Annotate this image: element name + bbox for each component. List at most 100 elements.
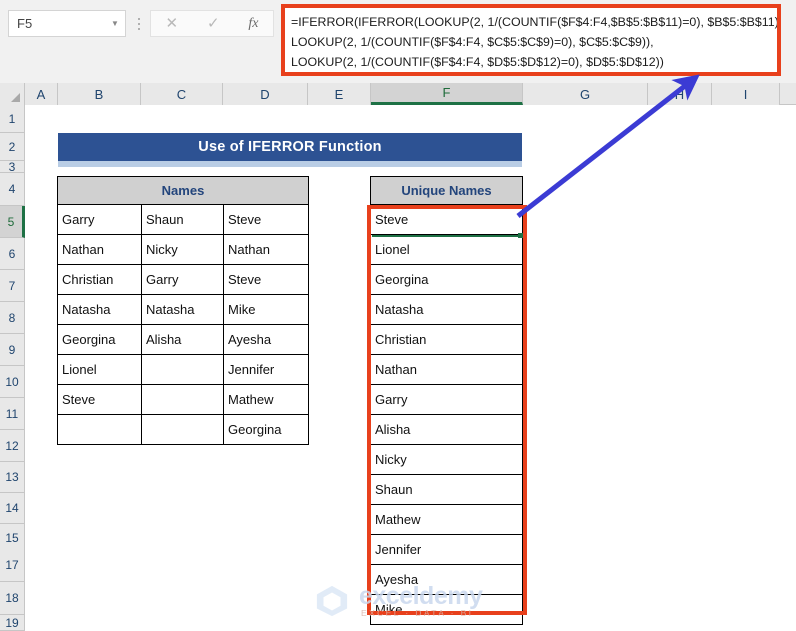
names-cell[interactable]: Garry bbox=[57, 204, 142, 235]
table-row: Garry Shaun Steve bbox=[57, 204, 309, 235]
unique-name-cell[interactable]: Nathan bbox=[370, 354, 523, 385]
table-row: Natasha Natasha Mike bbox=[57, 294, 309, 325]
column-header-f[interactable]: F bbox=[371, 83, 523, 105]
table-row: Garry bbox=[370, 384, 523, 415]
row-header-9[interactable]: 9 bbox=[0, 334, 25, 366]
names-cell[interactable] bbox=[141, 384, 224, 415]
row-header-14[interactable]: 14 bbox=[0, 493, 25, 524]
unique-name-cell[interactable]: Lionel bbox=[370, 234, 523, 265]
row-header-2[interactable]: 2 bbox=[0, 133, 25, 161]
confirm-check-icon[interactable]: ✓ bbox=[207, 16, 220, 31]
row-header-8[interactable]: 8 bbox=[0, 302, 25, 334]
unique-name-cell[interactable]: Georgina bbox=[370, 264, 523, 295]
names-cell[interactable]: Steve bbox=[57, 384, 142, 415]
name-box-separator-dots-icon bbox=[134, 14, 144, 34]
column-header-a[interactable]: A bbox=[25, 83, 58, 105]
names-cell[interactable]: Natasha bbox=[141, 294, 224, 325]
unique-name-cell[interactable]: Shaun bbox=[370, 474, 523, 505]
row-header-13[interactable]: 13 bbox=[0, 462, 25, 493]
row-header-18[interactable]: 18 bbox=[0, 582, 25, 615]
unique-name-cell[interactable]: Nicky bbox=[370, 444, 523, 475]
fx-insert-function-icon[interactable]: fx bbox=[248, 16, 258, 31]
table-row: Steve bbox=[370, 204, 523, 235]
name-box[interactable]: F5 ▼ bbox=[8, 10, 126, 37]
column-header-row: A B C D E F G H I bbox=[0, 83, 796, 105]
unique-name-cell[interactable]: Christian bbox=[370, 324, 523, 355]
formula-line-3: LOOKUP(2, 1/(COUNTIF($F$4:F4, $D$5:$D$12… bbox=[291, 55, 664, 69]
select-all-corner-icon[interactable] bbox=[0, 83, 25, 105]
names-cell[interactable]: Lionel bbox=[57, 354, 142, 385]
column-header-i[interactable]: I bbox=[712, 83, 780, 105]
table-row: Natasha bbox=[370, 294, 523, 325]
table-row: Georgina Alisha Ayesha bbox=[57, 324, 309, 355]
excel-screenshot: F5 ▼ ✕ ✓ fx =IFERROR(IFERROR(LOOKUP(2, 1… bbox=[0, 0, 796, 631]
names-cell[interactable]: Christian bbox=[57, 264, 142, 295]
chevron-down-icon[interactable]: ▼ bbox=[105, 19, 125, 28]
row-header-4[interactable]: 4 bbox=[0, 173, 25, 206]
column-header-b[interactable]: B bbox=[58, 83, 141, 105]
names-cell[interactable]: Nathan bbox=[57, 234, 142, 265]
column-header-c[interactable]: C bbox=[141, 83, 223, 105]
table-row: Nicky bbox=[370, 444, 523, 475]
row-header-12[interactable]: 12 bbox=[0, 430, 25, 462]
row-header-6[interactable]: 6 bbox=[0, 238, 25, 270]
names-cell[interactable]: Steve bbox=[223, 264, 309, 295]
names-table-header: Names bbox=[57, 176, 309, 205]
names-cell[interactable]: Nicky bbox=[141, 234, 224, 265]
column-header-e[interactable]: E bbox=[308, 83, 371, 105]
unique-name-cell[interactable]: Alisha bbox=[370, 414, 523, 445]
table-row: Shaun bbox=[370, 474, 523, 505]
table-row: Mathew bbox=[370, 504, 523, 535]
unique-names-table-header: Unique Names bbox=[370, 176, 523, 205]
formula-input-box[interactable]: =IFERROR(IFERROR(LOOKUP(2, 1/(COUNTIF($F… bbox=[281, 4, 781, 76]
row-header-1[interactable]: 1 bbox=[0, 105, 25, 133]
names-cell[interactable]: Natasha bbox=[57, 294, 142, 325]
cancel-x-icon[interactable]: ✕ bbox=[165, 16, 178, 31]
table-row: Nathan bbox=[370, 354, 523, 385]
names-cell[interactable]: Garry bbox=[141, 264, 224, 295]
name-box-value: F5 bbox=[17, 16, 33, 31]
active-cell-edge bbox=[372, 235, 520, 237]
unique-name-cell[interactable]: Steve bbox=[370, 204, 523, 235]
row-header-10[interactable]: 10 bbox=[0, 366, 25, 398]
names-cell[interactable]: Mathew bbox=[223, 384, 309, 415]
unique-name-cell[interactable]: Natasha bbox=[370, 294, 523, 325]
names-table: Names Garry Shaun Steve Nathan Nicky Nathan Ch… bbox=[57, 176, 309, 445]
table-row: Christian bbox=[370, 324, 523, 355]
names-cell[interactable] bbox=[57, 414, 142, 445]
names-cell[interactable]: Shaun bbox=[141, 204, 224, 235]
row-header-17[interactable]: 17 bbox=[0, 549, 25, 582]
unique-name-cell[interactable]: Mathew bbox=[370, 504, 523, 535]
unique-name-cell[interactable]: Garry bbox=[370, 384, 523, 415]
names-cell[interactable]: Ayesha bbox=[223, 324, 309, 355]
unique-name-cell[interactable]: Ayesha bbox=[370, 564, 523, 595]
formula-line-1: =IFERROR(IFERROR(LOOKUP(2, 1/(COUNTIF($F… bbox=[291, 15, 777, 29]
table-row: Georgina bbox=[370, 264, 523, 295]
row-header-5[interactable]: 5 bbox=[0, 206, 25, 238]
row-header-7[interactable]: 7 bbox=[0, 270, 25, 302]
names-cell[interactable] bbox=[141, 414, 224, 445]
names-cell[interactable] bbox=[141, 354, 224, 385]
table-row: Georgina bbox=[57, 414, 309, 445]
column-header-d[interactable]: D bbox=[223, 83, 308, 105]
names-cell[interactable]: Jennifer bbox=[223, 354, 309, 385]
formula-bar-strip: F5 ▼ ✕ ✓ fx =IFERROR(IFERROR(LOOKUP(2, 1… bbox=[0, 0, 796, 83]
table-row: Ayesha bbox=[370, 564, 523, 595]
names-cell[interactable]: Steve bbox=[223, 204, 309, 235]
fill-handle[interactable] bbox=[518, 233, 523, 238]
names-cell[interactable]: Georgina bbox=[223, 414, 309, 445]
names-cell[interactable]: Alisha bbox=[141, 324, 224, 355]
unique-name-cell[interactable]: Jennifer bbox=[370, 534, 523, 565]
table-row: Jennifer bbox=[370, 534, 523, 565]
table-row: Christian Garry Steve bbox=[57, 264, 309, 295]
column-header-g[interactable]: G bbox=[523, 83, 648, 105]
row-header-19[interactable]: 19 bbox=[0, 615, 25, 631]
names-cell[interactable]: Nathan bbox=[223, 234, 309, 265]
names-cell[interactable]: Mike bbox=[223, 294, 309, 325]
row-header-3[interactable]: 3 bbox=[0, 160, 25, 174]
row-header-11[interactable]: 11 bbox=[0, 398, 25, 430]
unique-name-cell[interactable]: Mike bbox=[370, 594, 523, 625]
names-cell[interactable]: Georgina bbox=[57, 324, 142, 355]
title-underline bbox=[58, 161, 522, 167]
column-header-h[interactable]: H bbox=[648, 83, 712, 105]
